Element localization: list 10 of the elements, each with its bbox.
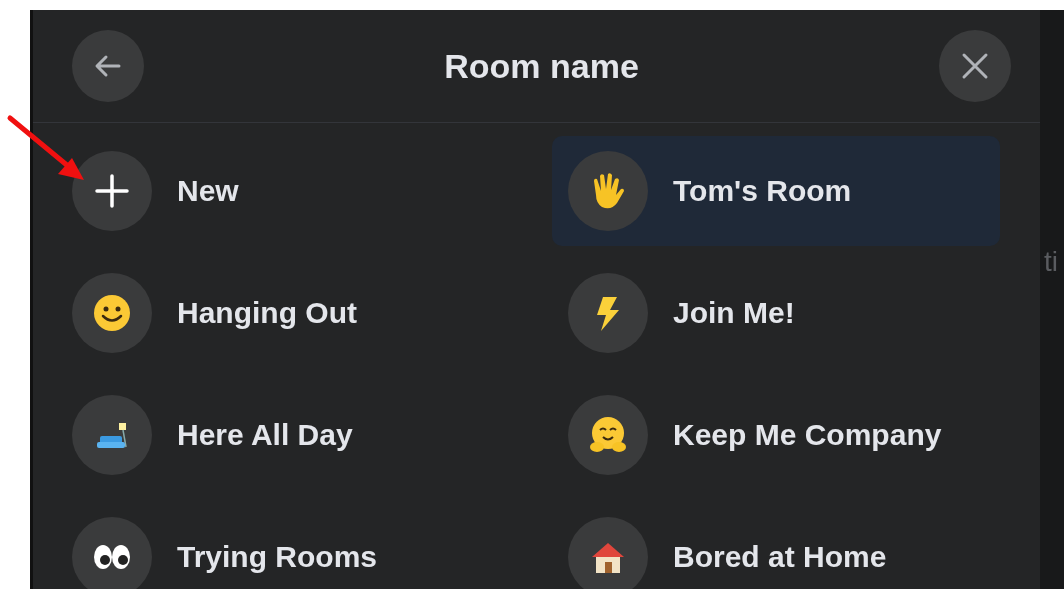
room-option[interactable]: Keep Me Company	[552, 380, 1000, 490]
room-option[interactable]: Join Me!	[552, 258, 1000, 368]
room-option[interactable]: Hanging Out	[56, 258, 504, 368]
room-option[interactable]: Bored at Home	[552, 502, 1000, 589]
background-text: ti	[1044, 246, 1058, 278]
room-option[interactable]: New	[56, 136, 504, 246]
room-option[interactable]: Trying Rooms	[56, 502, 504, 589]
room-option[interactable]: Tom's Room	[552, 136, 1000, 246]
room-option[interactable]: Here All Day	[56, 380, 504, 490]
dialog-title: Room name	[444, 46, 639, 86]
